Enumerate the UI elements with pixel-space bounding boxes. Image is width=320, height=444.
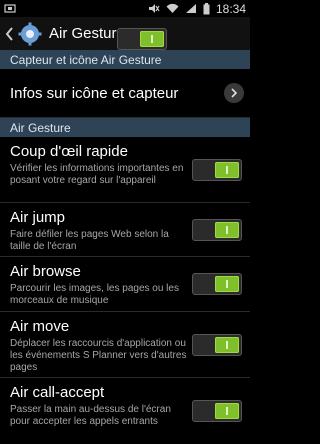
chevron-right-icon[interactable] <box>224 83 244 103</box>
setting-description: Déplacer les raccourcis d'application ou… <box>10 338 187 373</box>
setting-title: Coup d'œil rapide <box>10 143 128 160</box>
air-jump-toggle[interactable] <box>192 219 242 241</box>
wifi-icon <box>166 3 179 14</box>
setting-description: Passer la main au-dessus de l'écran pour… <box>10 404 171 427</box>
quick-glance-toggle[interactable] <box>192 159 242 181</box>
section-header-sensor: Capteur et icône Air Gesture <box>0 50 250 69</box>
setting-title: Air jump <box>10 209 66 226</box>
mute-icon <box>148 3 160 14</box>
action-bar: Air Gesture <box>0 17 250 50</box>
page-title: Air Gesture <box>49 25 125 42</box>
signal-icon <box>185 3 197 14</box>
setting-description: Faire défiler les pages Web selon la tai… <box>10 229 169 252</box>
setting-row-air-jump[interactable]: Air jump Faire défiler les pages Web sel… <box>0 203 250 257</box>
settings-gear-icon <box>17 21 43 47</box>
usb-debug-icon <box>4 3 16 17</box>
status-bar: 18:34 <box>0 0 250 17</box>
setting-row-air-move[interactable]: Air move Déplacer les raccourcis d'appli… <box>0 312 250 378</box>
setting-description: Parcourir les images, les pages ou les m… <box>10 283 179 306</box>
setting-title: Air call-accept <box>10 384 105 401</box>
air-call-accept-toggle[interactable] <box>192 400 242 422</box>
section-header-air-gesture: Air Gesture <box>0 118 250 137</box>
setting-row-air-browse[interactable]: Air browse Parcourir les images, les pag… <box>0 257 250 312</box>
setting-title: Air move <box>10 318 70 335</box>
setting-row-quick-glance[interactable]: Coup d'œil rapide Vérifier les informati… <box>0 137 250 203</box>
air-browse-toggle[interactable] <box>192 273 242 295</box>
setting-description: Vérifier les informations importantes en… <box>10 163 184 186</box>
setting-title: Air browse <box>10 263 81 280</box>
air-move-toggle[interactable] <box>192 334 242 356</box>
battery-icon <box>203 2 210 15</box>
back-icon[interactable] <box>4 24 16 44</box>
info-row-title: Infos sur icône et capteur <box>10 85 179 102</box>
setting-row-air-call-accept[interactable]: Air call-accept Passer la main au-dessus… <box>0 378 250 444</box>
air-gesture-master-toggle[interactable] <box>116 27 167 50</box>
info-icon-sensor-row[interactable]: Infos sur icône et capteur <box>0 69 250 118</box>
status-time: 18:34 <box>215 1 246 16</box>
